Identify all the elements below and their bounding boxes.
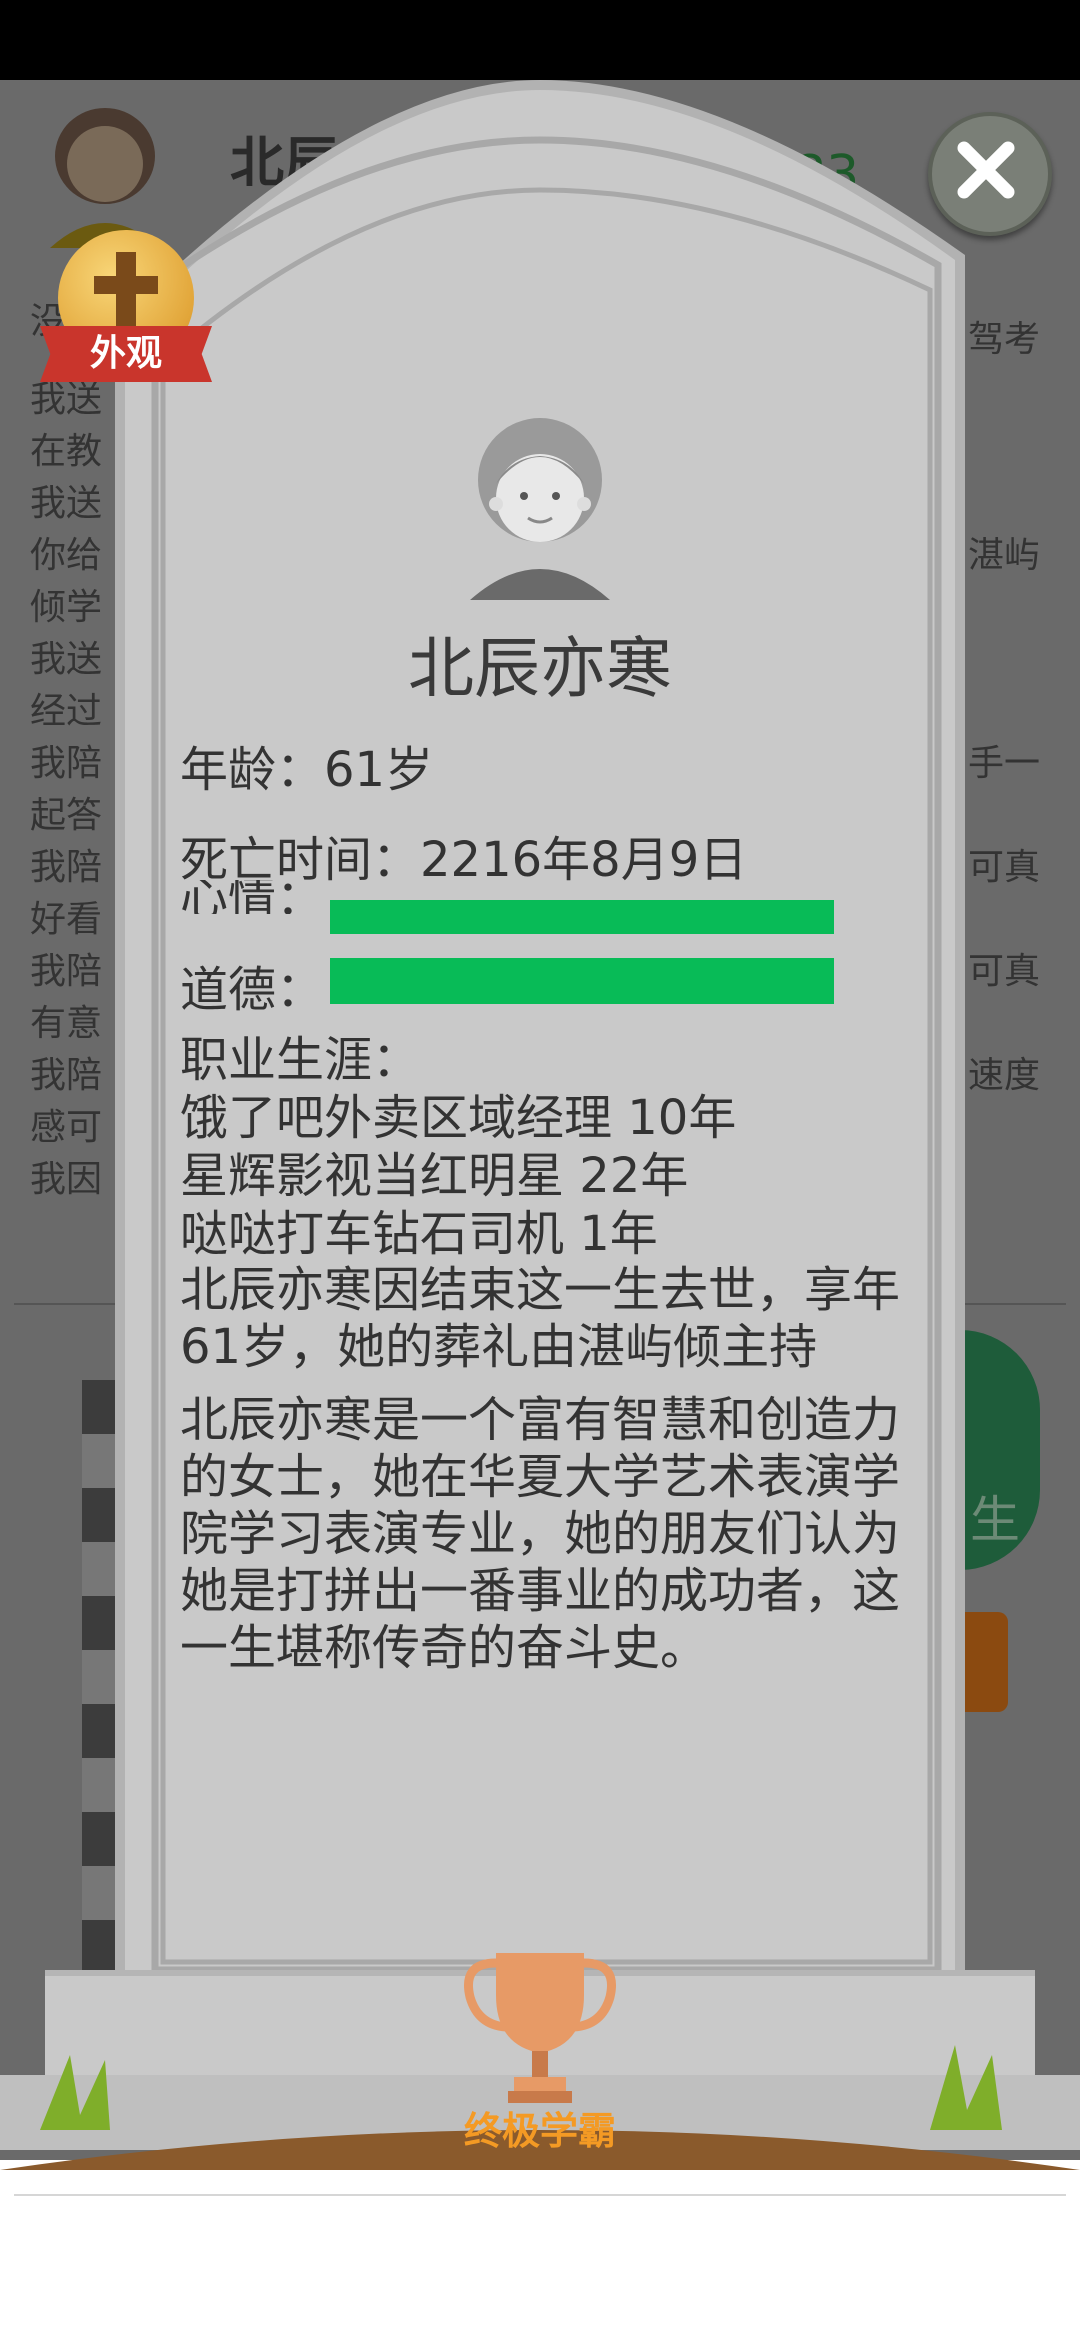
appearance-label: 外观 xyxy=(89,333,162,374)
deceased-portrait xyxy=(470,418,610,600)
status-bar xyxy=(0,0,1080,80)
close-icon xyxy=(957,141,1015,199)
appearance-badge[interactable]: 外观 xyxy=(40,230,220,390)
age-line: 年龄：61岁 xyxy=(180,742,434,798)
deceased-name: 北辰亦寒 xyxy=(408,630,672,707)
bottom-divider xyxy=(14,2194,1066,2196)
mood-label: 心情： xyxy=(180,880,325,914)
trophy-icon xyxy=(464,1953,616,2103)
mood-bar xyxy=(330,900,834,934)
career-item: 哒哒打车钻石司机 1年 xyxy=(180,1206,658,1262)
appearance-ribbon: 外观 xyxy=(40,326,212,382)
moral-bar xyxy=(330,958,834,1004)
epitaph-text: 北辰亦寒是一个富有智慧和创造力的女士，她在华夏大学艺术表演学院学习表演专业，她的… xyxy=(180,1392,901,1676)
moral-label: 道德： xyxy=(180,962,325,1018)
trophy-label: 终极学霸 xyxy=(463,2109,616,2153)
close-button[interactable] xyxy=(928,112,1052,236)
funeral-text: 北辰亦寒因结束这一生去世，享年61岁，她的葬礼由湛屿倾主持 xyxy=(180,1262,901,1375)
